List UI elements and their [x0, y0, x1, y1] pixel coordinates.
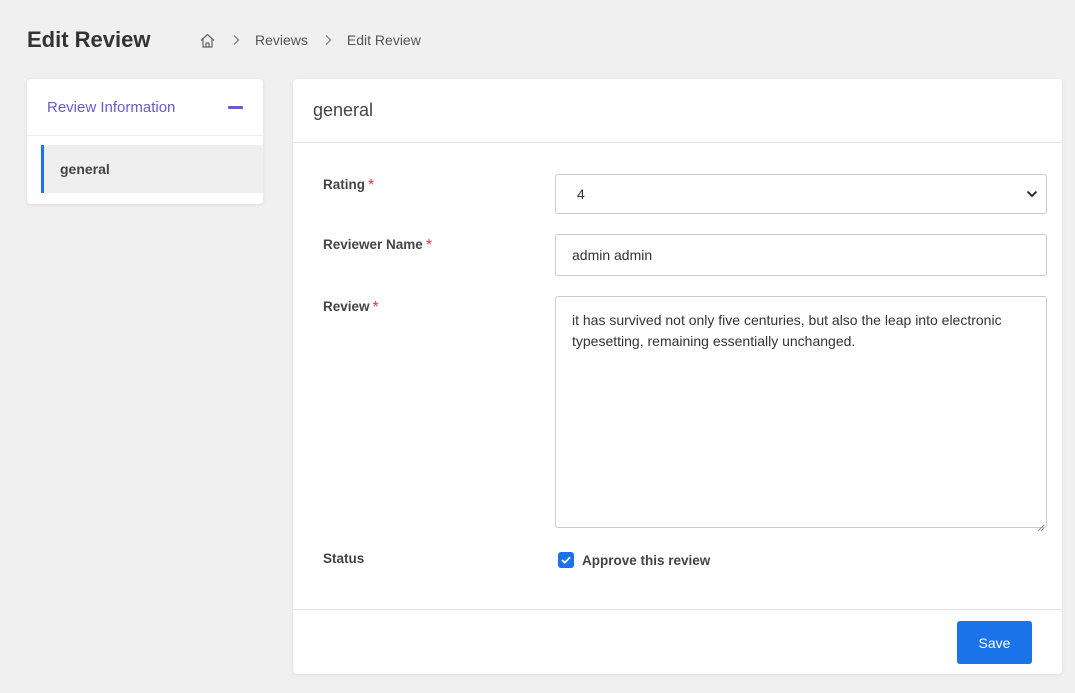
approve-review-checkbox[interactable]: Approve this review	[558, 552, 710, 568]
status-label-text: Status	[323, 551, 365, 566]
required-mark: *	[368, 177, 375, 194]
review-label: Review *	[323, 299, 379, 317]
form-card: general Rating * 4 Reviewer Name * admin…	[293, 79, 1062, 674]
status-label: Status	[323, 551, 364, 566]
reviewer-name-label-text: Reviewer Name	[323, 237, 423, 252]
rating-select[interactable]: 4	[555, 174, 1047, 214]
reviewer-name-value: admin admin	[572, 247, 653, 263]
form-footer: Save	[293, 609, 1062, 674]
form-section-title-text: general	[313, 100, 374, 120]
rating-select-value: 4	[577, 186, 585, 202]
required-mark: *	[372, 299, 379, 316]
home-icon[interactable]	[199, 32, 216, 49]
checkbox-checked-icon[interactable]	[558, 552, 574, 568]
minus-icon[interactable]	[228, 105, 243, 109]
chevron-down-icon	[1026, 190, 1038, 198]
rating-label: Rating *	[323, 177, 374, 195]
required-mark: *	[425, 237, 433, 254]
form-section-title: general	[293, 79, 1062, 143]
reviewer-name-label: Reviewer Name *	[323, 237, 432, 255]
sidebar-item-general[interactable]: general	[41, 145, 263, 193]
save-button[interactable]: Save	[957, 621, 1032, 664]
approve-review-label: Approve this review	[582, 552, 711, 568]
chevron-right-icon	[323, 34, 333, 46]
reviewer-name-input[interactable]: admin admin	[555, 234, 1047, 276]
sidebar-section-title: Review Information	[47, 98, 176, 116]
page-title: Edit Review	[27, 27, 151, 52]
chevron-right-icon	[231, 34, 241, 46]
resize-handle-icon[interactable]	[1036, 517, 1045, 532]
sidebar-item-label: general	[60, 161, 110, 177]
sidebar-card: Review Information general	[27, 79, 263, 204]
breadcrumb-current: Edit Review	[346, 32, 421, 48]
review-textarea-value: it has survived not only five centuries,…	[572, 312, 1002, 349]
rating-label-text: Rating	[323, 177, 365, 192]
sidebar-section-header[interactable]: Review Information	[27, 79, 263, 136]
breadcrumb: Reviews Edit Review	[199, 31, 421, 49]
review-label-text: Review	[323, 299, 370, 314]
breadcrumb-reviews[interactable]: Reviews	[255, 32, 308, 48]
review-textarea[interactable]: it has survived not only five centuries,…	[555, 296, 1047, 532]
